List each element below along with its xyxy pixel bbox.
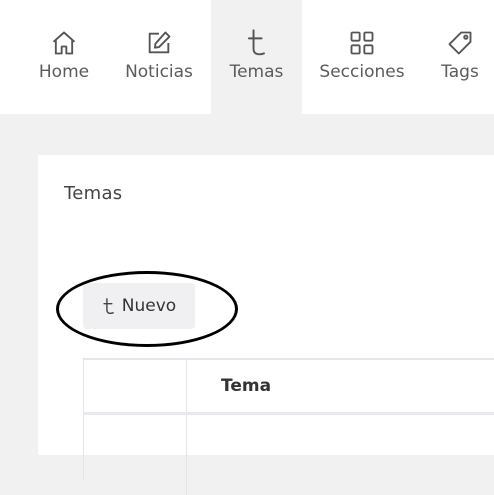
grid-icon: [314, 27, 410, 59]
new-button-label: Nuevo: [121, 296, 177, 316]
nav-label-tags: Tags: [441, 62, 479, 82]
tumblr-icon: [211, 27, 302, 59]
table-header-row: Tema: [84, 360, 494, 415]
nav-label-secciones: Secciones: [319, 62, 405, 82]
table-header-tema[interactable]: Tema: [187, 360, 271, 412]
column-divider: [186, 415, 187, 495]
table-header-select: [84, 360, 187, 412]
nav-label-temas: Temas: [229, 62, 284, 82]
nav-item-secciones[interactable]: Secciones: [314, 0, 410, 114]
temas-panel: Temas Nuevo Tema: [38, 155, 494, 495]
nav-label-noticias: Noticias: [125, 62, 193, 82]
nav-item-tags[interactable]: Tags: [430, 0, 490, 114]
tag-icon: [430, 27, 490, 59]
nav-item-home[interactable]: Home: [28, 0, 100, 114]
nav-item-temas[interactable]: Temas: [211, 0, 302, 114]
nav-item-noticias[interactable]: Noticias: [118, 0, 200, 114]
edit-icon: [118, 27, 200, 59]
home-icon: [28, 27, 100, 59]
nav-label-home: Home: [38, 62, 90, 82]
new-tema-button[interactable]: Nuevo: [83, 283, 195, 329]
temas-table: Tema: [83, 358, 494, 495]
tumblr-icon: [102, 297, 116, 316]
top-navigation: Home Noticias Temas Secciones Tags: [0, 0, 494, 114]
page-title: Temas: [64, 183, 123, 204]
